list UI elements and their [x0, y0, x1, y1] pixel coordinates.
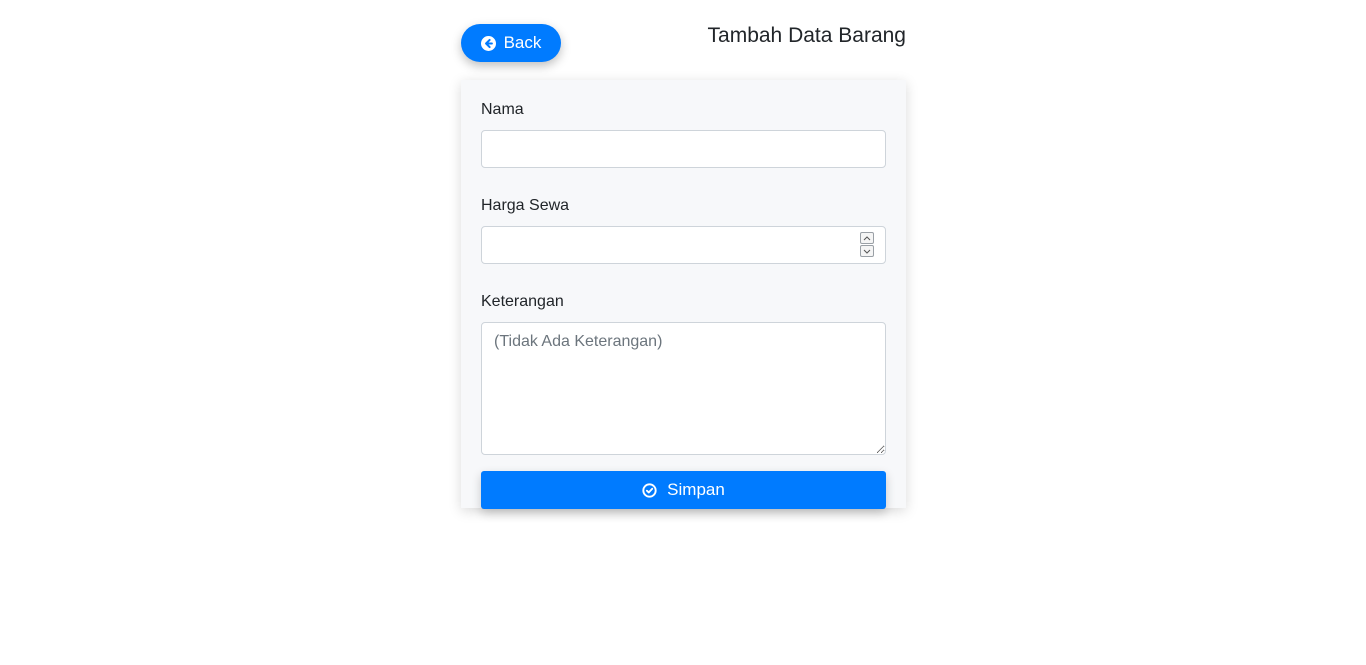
number-spinner	[860, 232, 874, 258]
keterangan-textarea[interactable]	[481, 322, 886, 455]
chevron-up-icon	[863, 235, 871, 240]
harga-sewa-wrapper	[481, 226, 886, 264]
form-card: Nama Harga Sewa Keterangan (Tidak Ada Ke…	[461, 80, 906, 509]
spinner-down-button[interactable]	[860, 245, 874, 257]
page-container: Back Tambah Data Barang Nama Harga Sewa	[461, 0, 906, 509]
simpan-button[interactable]: Simpan	[481, 471, 886, 509]
back-button-label: Back	[503, 33, 542, 52]
harga-sewa-label: Harga Sewa	[481, 197, 570, 214]
nama-label: Nama	[481, 101, 524, 118]
page-title: Tambah Data Barang	[707, 24, 906, 47]
nama-input[interactable]	[481, 130, 886, 168]
spinner-up-button[interactable]	[860, 232, 874, 244]
keterangan-label: Keterangan	[481, 293, 564, 310]
header: Back Tambah Data Barang	[461, 0, 906, 80]
harga-sewa-group: Harga Sewa	[481, 196, 886, 264]
arrow-circle-left-icon	[480, 35, 496, 51]
harga-sewa-input[interactable]	[481, 226, 886, 264]
check-circle-icon	[642, 482, 657, 498]
nama-group: Nama	[481, 100, 886, 168]
simpan-button-label: Simpan	[667, 480, 725, 499]
keterangan-group: Keterangan	[481, 292, 886, 455]
chevron-down-icon	[863, 249, 871, 254]
back-button[interactable]: Back	[461, 24, 561, 62]
